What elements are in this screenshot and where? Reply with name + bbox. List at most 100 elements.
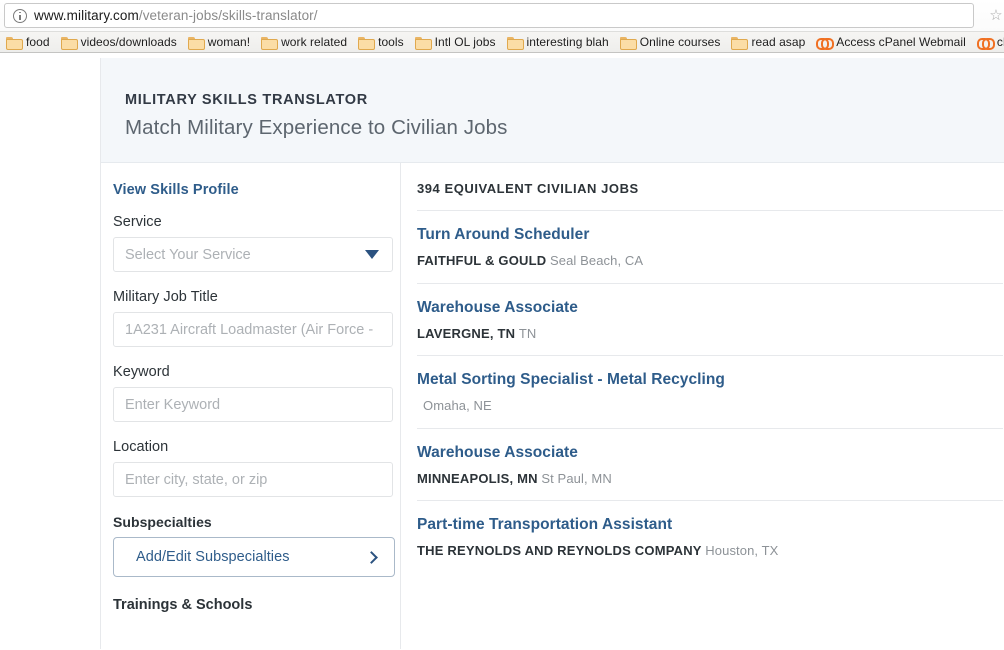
folder-icon	[731, 36, 749, 50]
link-icon	[816, 36, 835, 50]
bookmark-label: woman!	[207, 35, 251, 49]
job-location: Omaha, NE	[423, 398, 492, 414]
field-group-subspecialties: Subspecialties Add/Edit Subspecialties	[113, 514, 395, 577]
star-icon: ☆	[989, 7, 1002, 24]
bookmarks-bar: food videos/downloads woman! work relate…	[0, 31, 1004, 53]
add-edit-subspecialties-button[interactable]: Add/Edit Subspecialties	[113, 537, 395, 577]
field-group-keyword: Keyword Enter Keyword	[113, 364, 393, 422]
url-bar-row: www.military.com/veteran-jobs/skills-tra…	[0, 0, 1004, 31]
service-select[interactable]: Select Your Service	[113, 237, 393, 272]
bookmark-star-button[interactable]: ☆	[976, 3, 1002, 28]
bookmark-label: Access cPanel Webmail	[836, 35, 966, 49]
field-group-service: Service Select Your Service	[113, 214, 393, 272]
military-job-title-label: Military Job Title	[113, 289, 218, 305]
location-placeholder: Enter city, state, or zip	[125, 471, 268, 488]
location-input[interactable]: Enter city, state, or zip	[113, 462, 393, 497]
folder-icon	[6, 36, 23, 50]
folder-icon	[187, 36, 205, 50]
field-group-military-job-title: Military Job Title 1A231 Aircraft Loadma…	[113, 289, 393, 347]
folder-icon	[506, 36, 524, 50]
job-location: St Paul, MN	[541, 470, 612, 486]
keyword-input[interactable]: Enter Keyword	[113, 387, 393, 422]
content-card: MILITARY SKILLS TRANSLATOR Match Militar…	[100, 58, 1004, 649]
bookmark-item[interactable]: Online courses	[616, 32, 728, 52]
job-title-link[interactable]: Warehouse Associate	[417, 299, 578, 317]
job-result-row: Part-time Transportation Assistant THE R…	[417, 500, 1003, 573]
job-company: MINNEAPOLIS, MN	[417, 470, 538, 486]
bookmark-label: interesting blah	[526, 35, 609, 49]
bookmark-item[interactable]: cPanel Login--	[973, 32, 1004, 52]
keyword-placeholder: Enter Keyword	[125, 396, 221, 413]
results-count-label: 394 EQUIVALENT CIVILIAN JOBS	[417, 181, 639, 196]
bookmark-item[interactable]: Access cPanel Webmail	[812, 32, 973, 52]
url-text: www.military.com/veteran-jobs/skills-tra…	[34, 8, 318, 23]
chevron-down-icon	[365, 250, 379, 259]
location-label: Location	[113, 439, 169, 455]
trainings-and-schools-heading: Trainings & Schools	[113, 597, 253, 613]
bookmark-item[interactable]: Intl OL jobs	[411, 32, 503, 52]
job-location: Seal Beach, CA	[549, 253, 644, 268]
results-column: 394 EQUIVALENT CIVILIAN JOBS Turn Around…	[401, 163, 1004, 649]
bookmark-item[interactable]: food	[2, 32, 57, 52]
folder-icon	[261, 36, 279, 50]
job-title-link[interactable]: Warehouse Associate	[417, 444, 578, 462]
military-job-title-input[interactable]: 1A231 Aircraft Loadmaster (Air Force -	[113, 312, 393, 347]
job-company: LAVERGNE, TN	[417, 325, 516, 341]
bookmark-item[interactable]: tools	[354, 32, 411, 52]
subspecialties-button-label: Add/Edit Subspecialties	[136, 549, 290, 565]
page-kicker: MILITARY SKILLS TRANSLATOR	[125, 92, 368, 108]
page-viewport: MILITARY SKILLS TRANSLATOR Match Militar…	[0, 53, 1004, 649]
chevron-right-icon	[365, 550, 378, 564]
page-title: Match Military Experience to Civilian Jo…	[125, 116, 508, 139]
bookmark-label: read asap	[751, 35, 806, 49]
search-form-column: View Skills Profile Service Select Your …	[101, 163, 401, 649]
bookmark-item[interactable]: woman!	[184, 32, 257, 52]
job-title-link[interactable]: Part-time Transportation Assistant	[417, 516, 672, 534]
job-meta: MINNEAPOLIS, MN St Paul, MN	[417, 471, 1003, 487]
field-group-location: Location Enter city, state, or zip	[113, 439, 393, 497]
folder-icon	[414, 36, 432, 50]
folder-icon	[619, 36, 637, 50]
link-icon	[976, 36, 995, 50]
bookmark-label: tools	[378, 35, 404, 49]
bookmark-item[interactable]: read asap	[727, 32, 812, 52]
url-path: /veteran-jobs/skills-translator/	[138, 8, 318, 23]
bookmark-item[interactable]: interesting blah	[503, 32, 616, 52]
subspecialties-label: Subspecialties	[113, 514, 212, 530]
job-location: Houston, TX	[705, 543, 779, 559]
job-meta: FAITHFUL & GOULD Seal Beach, CA	[417, 253, 1003, 269]
job-title-link[interactable]: Metal Sorting Specialist - Metal Recycli…	[417, 371, 725, 389]
job-result-row: Warehouse Associate MINNEAPOLIS, MN St P…	[417, 427, 1003, 501]
folder-icon	[358, 36, 376, 50]
url-host: www.military.com	[34, 8, 139, 23]
job-result-row: Metal Sorting Specialist - Metal Recycli…	[417, 355, 1003, 428]
bookmark-label: videos/downloads	[80, 35, 177, 49]
job-company: THE REYNOLDS AND REYNOLDS COMPANY	[417, 543, 702, 559]
address-bar[interactable]: www.military.com/veteran-jobs/skills-tra…	[4, 3, 974, 28]
job-meta: THE REYNOLDS AND REYNOLDS COMPANY Housto…	[417, 543, 1003, 559]
site-info-icon[interactable]	[13, 8, 27, 23]
view-skills-profile-link[interactable]: View Skills Profile	[113, 182, 239, 198]
job-result-row: Warehouse Associate LAVERGNE, TN TN	[417, 282, 1003, 356]
columns: View Skills Profile Service Select Your …	[101, 163, 1004, 649]
bookmark-label: food	[26, 35, 50, 49]
bookmark-label: cPanel Login--	[996, 35, 1004, 49]
military-job-title-value: 1A231 Aircraft Loadmaster (Air Force -	[125, 321, 374, 338]
service-select-value: Select Your Service	[125, 246, 251, 263]
job-meta: Omaha, NE	[417, 398, 1003, 414]
browser-chrome: www.military.com/veteran-jobs/skills-tra…	[0, 0, 1004, 53]
job-company: FAITHFUL & GOULD	[417, 253, 547, 268]
keyword-label: Keyword	[113, 364, 170, 380]
service-label: Service	[113, 214, 162, 230]
bookmark-item[interactable]: work related	[257, 32, 354, 52]
bookmark-label: Intl OL jobs	[434, 35, 496, 49]
job-meta: LAVERGNE, TN TN	[417, 326, 1003, 342]
job-location: TN	[518, 325, 537, 341]
bookmark-label: Online courses	[639, 35, 721, 49]
page-header: MILITARY SKILLS TRANSLATOR Match Militar…	[101, 58, 1004, 163]
folder-icon	[60, 36, 78, 50]
bookmark-label: work related	[281, 35, 348, 49]
bookmark-item[interactable]: videos/downloads	[57, 32, 184, 52]
job-result-row: Turn Around Scheduler FAITHFUL & GOULD S…	[417, 210, 1003, 283]
job-title-link[interactable]: Turn Around Scheduler	[417, 226, 589, 244]
